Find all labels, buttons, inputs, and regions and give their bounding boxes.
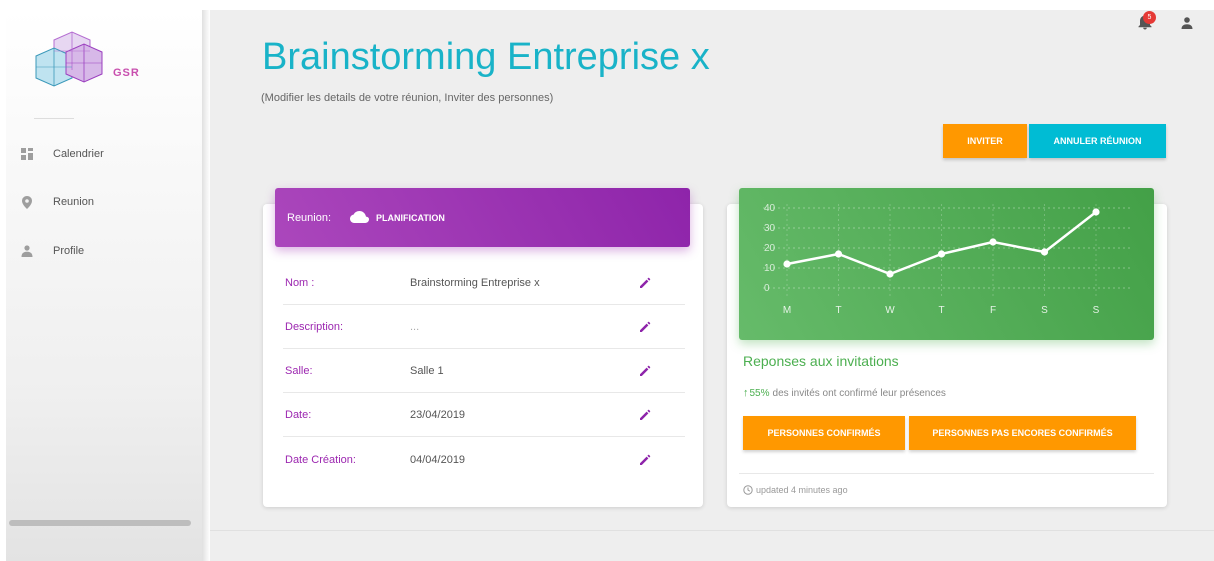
edit-pencil-icon[interactable] (638, 276, 652, 290)
updated-text: updated 4 minutes ago (756, 485, 848, 495)
main-content: Brainstorming Entreprise x (Modifier les… (210, 10, 1214, 561)
y-tick-label: 40 (764, 203, 776, 214)
logo-text: GSR (113, 67, 140, 79)
x-tick-label: S (1093, 305, 1100, 316)
sidebar-item-reunion[interactable]: Reunion (20, 192, 94, 212)
row-value: 23/04/2019 (410, 408, 466, 421)
detail-row-description: Description: ... (283, 305, 685, 349)
line-chart-svg: 0 10 20 30 40 M T W T F S S (763, 203, 1130, 316)
cancel-meeting-button[interactable]: ANNULER RÉUNION (1029, 124, 1166, 158)
x-tick-label: T (938, 305, 944, 316)
sidebar-item-label: Reunion (53, 196, 94, 208)
x-tick-label: F (990, 305, 996, 316)
sidebar-item-calendrier[interactable]: Calendrier (20, 144, 104, 164)
arrow-up-icon: ↑ (743, 387, 749, 399)
data-point (1092, 208, 1100, 216)
dashboard-icon (20, 147, 34, 161)
row-value: 04/04/2019 (410, 454, 466, 466)
x-tick-label: T (835, 305, 841, 316)
detail-row-creation-date: Date Création: 04/04/2019 (283, 438, 685, 482)
footer-divider (210, 530, 1214, 531)
updated-footer: updated 4 minutes ago (743, 485, 848, 495)
sidebar-item-label: Profile (53, 245, 85, 257)
gsr-logo (35, 31, 103, 87)
row-label: Date Création: (285, 454, 356, 466)
data-point (937, 250, 946, 258)
row-value: Brainstorming Entreprise x (410, 276, 540, 289)
row-label: Date: (285, 408, 312, 421)
person-icon (20, 244, 34, 258)
y-tick-label: 20 (764, 243, 776, 254)
page-title: Brainstorming Entreprise x (262, 36, 710, 78)
row-value: ... (410, 320, 420, 333)
edit-pencil-icon[interactable] (638, 453, 652, 467)
location-pin-icon (20, 195, 34, 209)
logo-divider (34, 118, 74, 119)
edit-pencil-icon[interactable] (638, 408, 652, 422)
sidebar-item-label: Calendrier (53, 148, 104, 160)
data-point (783, 260, 791, 268)
card-divider (739, 473, 1154, 474)
meeting-label: Reunion: (287, 211, 332, 224)
meeting-status: PLANIFICATION (376, 212, 445, 223)
data-point (989, 238, 997, 246)
y-tick-label: 10 (764, 263, 776, 274)
invite-button[interactable]: INVITER (943, 124, 1027, 158)
x-tick-label: S (1041, 305, 1048, 316)
x-tick-label: W (885, 305, 895, 316)
detail-row-name: Nom : Brainstorming Entreprise x (283, 261, 685, 305)
edit-pencil-icon[interactable] (638, 320, 652, 334)
confirmed-people-button[interactable]: PERSONNES CONFIRMÉS (743, 416, 905, 450)
data-point (1040, 248, 1049, 256)
sidebar: GSR Calendrier Reunion Profile (6, 10, 210, 561)
row-label: Nom : (285, 276, 315, 289)
responses-chart: 0 10 20 30 40 M T W T F S S (739, 188, 1154, 340)
detail-row-date: Date: 23/04/2019 (283, 393, 685, 437)
unconfirmed-people-button[interactable]: PERSONNES PAS ENCORES CONFIRMÉS (909, 416, 1136, 450)
row-label: Description: (285, 320, 344, 333)
row-label: Salle: (285, 364, 313, 377)
detail-row-salle: Salle: Salle 1 (283, 349, 685, 393)
y-tick-label: 30 (764, 223, 776, 234)
data-point (886, 270, 894, 278)
sidebar-item-profile[interactable]: Profile (20, 241, 84, 261)
confirmation-text: des invités ont confirmé leur présences (772, 387, 946, 399)
confirmation-percent: 55% (749, 387, 770, 399)
row-value: Salle 1 (410, 364, 444, 377)
clock-icon (743, 485, 753, 495)
invitations-title: Reponses aux invitations (743, 353, 899, 369)
edit-pencil-icon[interactable] (638, 364, 652, 378)
confirmation-stat: ↑ 55% des invités ont confirmé leur prés… (743, 387, 946, 399)
user-account-icon[interactable] (1180, 16, 1194, 30)
sidebar-scrollbar[interactable] (9, 520, 191, 526)
x-tick-label: M (783, 305, 791, 316)
meeting-card-header: Reunion: PLANIFICATION (275, 188, 690, 247)
notification-badge: 5 (1143, 11, 1156, 24)
y-tick-label: 0 (764, 283, 770, 294)
page-subtitle: (Modifier les details de votre réunion, … (261, 92, 554, 104)
data-point (834, 250, 843, 258)
cloud-icon (350, 210, 370, 223)
